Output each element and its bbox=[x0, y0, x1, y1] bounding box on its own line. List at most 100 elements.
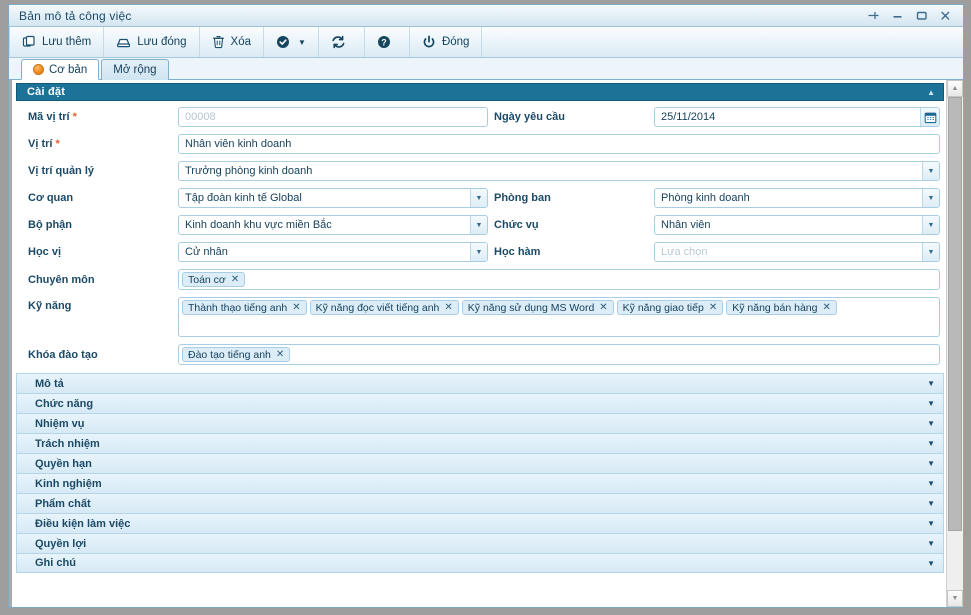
scrollbar-track[interactable] bbox=[947, 97, 963, 590]
chevron-down-icon[interactable]: ▼ bbox=[470, 216, 487, 234]
field-vi-tri: Nhân viên kinh doanh bbox=[178, 134, 940, 154]
toolbar-filler bbox=[482, 27, 963, 57]
tag-chip[interactable]: Kỹ năng sử dụng MS Word ✕ bbox=[461, 300, 614, 315]
vertical-scrollbar[interactable]: ▲ ▼ bbox=[946, 80, 963, 607]
accordion-item[interactable]: Phẩm chất ▼ bbox=[16, 493, 944, 513]
chevron-down-icon[interactable]: ▼ bbox=[922, 243, 939, 261]
field-chuc-vu: Chức vụ Nhân viên ▼ bbox=[488, 215, 940, 235]
form-content: Cài đặt ▲ Mã vị trí * 00008 Ngày yêu cầu… bbox=[12, 80, 946, 607]
chevron-down-icon[interactable]: ▼ bbox=[922, 189, 939, 207]
chevron-down-icon[interactable]: ▼ bbox=[927, 539, 935, 548]
chevron-up-icon[interactable]: ▲ bbox=[927, 88, 935, 97]
hoc-ham-select[interactable]: Lựa chọn ▼ bbox=[654, 242, 940, 262]
remove-tag-icon[interactable]: ✕ bbox=[276, 349, 284, 360]
form-row: Chuyên môn Toán cơ ✕ bbox=[18, 269, 940, 290]
tag-chip[interactable]: Kỹ năng bán hàng ✕ bbox=[726, 300, 837, 315]
tag-chip[interactable]: Kỹ năng giao tiếp ✕ bbox=[616, 300, 724, 315]
field-hoc-ham: Học hàm Lựa chọn ▼ bbox=[488, 242, 940, 262]
chevron-down-icon[interactable]: ▼ bbox=[927, 519, 935, 528]
accordion-item-label: Phẩm chất bbox=[35, 497, 91, 510]
chevron-down-icon[interactable]: ▼ bbox=[927, 459, 935, 468]
field-ky-nang: Thành thạo tiếng anh ✕ Kỹ năng đọc viết ti… bbox=[178, 297, 940, 337]
chevron-down-icon[interactable]: ▼ bbox=[927, 559, 935, 568]
vi-tri-quan-ly-select[interactable]: Trưởng phòng kinh doanh ▼ bbox=[178, 161, 940, 181]
tag-chip[interactable]: Toán cơ ✕ bbox=[182, 272, 246, 287]
hoc-ham-placeholder: Lựa chọn bbox=[661, 246, 708, 258]
vi-tri-quan-ly-value: Trưởng phòng kinh doanh bbox=[185, 165, 313, 177]
chevron-down-icon[interactable]: ▼ bbox=[927, 499, 935, 508]
co-quan-select[interactable]: Tập đoàn kinh tế Global ▼ bbox=[178, 188, 488, 208]
approve-button[interactable]: ▼ bbox=[264, 27, 319, 57]
vi-tri-input[interactable]: Nhân viên kinh doanh bbox=[178, 134, 940, 154]
scrollbar-thumb[interactable] bbox=[948, 97, 962, 531]
accordion-item[interactable]: Quyền hạn ▼ bbox=[16, 453, 944, 473]
chevron-down-icon[interactable]: ▼ bbox=[927, 399, 935, 408]
accordion-item[interactable]: Mô tả ▼ bbox=[16, 373, 944, 393]
help-button[interactable]: ? bbox=[365, 27, 410, 57]
ngay-yeu-cau-datepicker[interactable]: 25/11/2014 bbox=[654, 107, 940, 127]
label-hoc-vi: Học vị bbox=[28, 246, 62, 258]
delete-button[interactable]: Xóa bbox=[200, 27, 265, 57]
window-controls bbox=[866, 8, 959, 23]
maximize-icon[interactable] bbox=[914, 8, 929, 23]
save-and-new-button[interactable]: Lưu thêm bbox=[9, 27, 105, 57]
section-header-cai-dat[interactable]: Cài đặt ▲ bbox=[16, 83, 944, 101]
save-and-close-label: Lưu đóng bbox=[137, 36, 187, 48]
section-title: Cài đặt bbox=[27, 86, 66, 98]
scroll-down-icon[interactable]: ▼ bbox=[947, 590, 963, 607]
remove-tag-icon[interactable]: ✕ bbox=[292, 302, 300, 313]
accordion-item[interactable]: Nhiệm vụ ▼ bbox=[16, 413, 944, 433]
calendar-icon[interactable] bbox=[920, 108, 939, 126]
field-co-quan: Cơ quan Tập đoàn kinh tế Global ▼ bbox=[18, 188, 488, 208]
required-marker: * bbox=[69, 111, 77, 123]
accordion-item-label: Trách nhiệm bbox=[35, 437, 100, 450]
phong-ban-select[interactable]: Phòng kinh doanh ▼ bbox=[654, 188, 940, 208]
label-co-quan: Cơ quan bbox=[28, 192, 74, 204]
ma-vi-tri-input[interactable]: 00008 bbox=[178, 107, 488, 127]
tag-chip[interactable]: Kỹ năng đọc viết tiếng anh ✕ bbox=[309, 300, 459, 315]
hoc-vi-select[interactable]: Cử nhân ▼ bbox=[178, 242, 488, 262]
bo-phan-select[interactable]: Kinh doanh khu vực miền Bắc ▼ bbox=[178, 215, 488, 235]
remove-tag-icon[interactable]: ✕ bbox=[599, 302, 607, 313]
remove-tag-icon[interactable]: ✕ bbox=[444, 302, 452, 313]
close-button[interactable]: Đóng bbox=[410, 27, 483, 57]
required-marker: * bbox=[52, 138, 60, 150]
khoa-dao-tao-tag-input[interactable]: Đào tạo tiếng anh ✕ bbox=[178, 344, 940, 365]
remove-tag-icon[interactable]: ✕ bbox=[231, 274, 239, 285]
accordion-item[interactable]: Điều kiện làm việc ▼ bbox=[16, 513, 944, 533]
chuyen-mon-tag-input[interactable]: Toán cơ ✕ bbox=[178, 269, 940, 290]
hoc-vi-value: Cử nhân bbox=[185, 246, 228, 258]
chevron-down-icon[interactable]: ▼ bbox=[927, 379, 935, 388]
tab-co-ban[interactable]: Cơ bản bbox=[21, 59, 100, 80]
form-row: Vị trí quản lý Trưởng phòng kinh doanh ▼ bbox=[18, 161, 940, 181]
chuc-vu-select[interactable]: Nhân viên ▼ bbox=[654, 215, 940, 235]
refresh-button[interactable] bbox=[319, 27, 365, 57]
chevron-down-icon[interactable]: ▼ bbox=[927, 439, 935, 448]
chevron-down-icon[interactable]: ▼ bbox=[927, 419, 935, 428]
accordion-item[interactable]: Quyền lợi ▼ bbox=[16, 533, 944, 553]
chevron-down-icon[interactable]: ▼ bbox=[922, 216, 939, 234]
scroll-up-icon[interactable]: ▲ bbox=[947, 80, 963, 97]
pin-icon[interactable] bbox=[866, 8, 881, 23]
minimize-icon[interactable] bbox=[890, 8, 905, 23]
close-icon[interactable] bbox=[938, 8, 953, 23]
ky-nang-tag-input[interactable]: Thành thạo tiếng anh ✕ Kỹ năng đọc viết ti… bbox=[178, 297, 940, 337]
save-and-close-button[interactable]: Lưu đóng bbox=[104, 27, 200, 57]
chevron-down-icon[interactable]: ▼ bbox=[470, 189, 487, 207]
svg-text:?: ? bbox=[381, 37, 387, 47]
chevron-down-icon[interactable]: ▼ bbox=[470, 243, 487, 261]
tag-chip[interactable]: Đào tạo tiếng anh ✕ bbox=[182, 347, 291, 362]
remove-tag-icon[interactable]: ✕ bbox=[822, 302, 830, 313]
chevron-down-icon[interactable]: ▼ bbox=[922, 162, 939, 180]
accordion-item[interactable]: Kinh nghiệm ▼ bbox=[16, 473, 944, 493]
chevron-down-icon[interactable]: ▼ bbox=[927, 479, 935, 488]
remove-tag-icon[interactable]: ✕ bbox=[709, 302, 717, 313]
tag-chip[interactable]: Thành thạo tiếng anh ✕ bbox=[182, 300, 307, 315]
window-title: Bản mô tả công việc bbox=[19, 8, 132, 23]
accordion-item-label: Mô tả bbox=[35, 377, 64, 390]
tab-mo-rong[interactable]: Mở rộng bbox=[101, 59, 169, 80]
accordion-item[interactable]: Trách nhiệm ▼ bbox=[16, 433, 944, 453]
accordion-item[interactable]: Chức năng ▼ bbox=[16, 393, 944, 413]
chevron-down-icon[interactable]: ▼ bbox=[298, 38, 306, 47]
accordion-item[interactable]: Ghi chú ▼ bbox=[16, 553, 944, 573]
